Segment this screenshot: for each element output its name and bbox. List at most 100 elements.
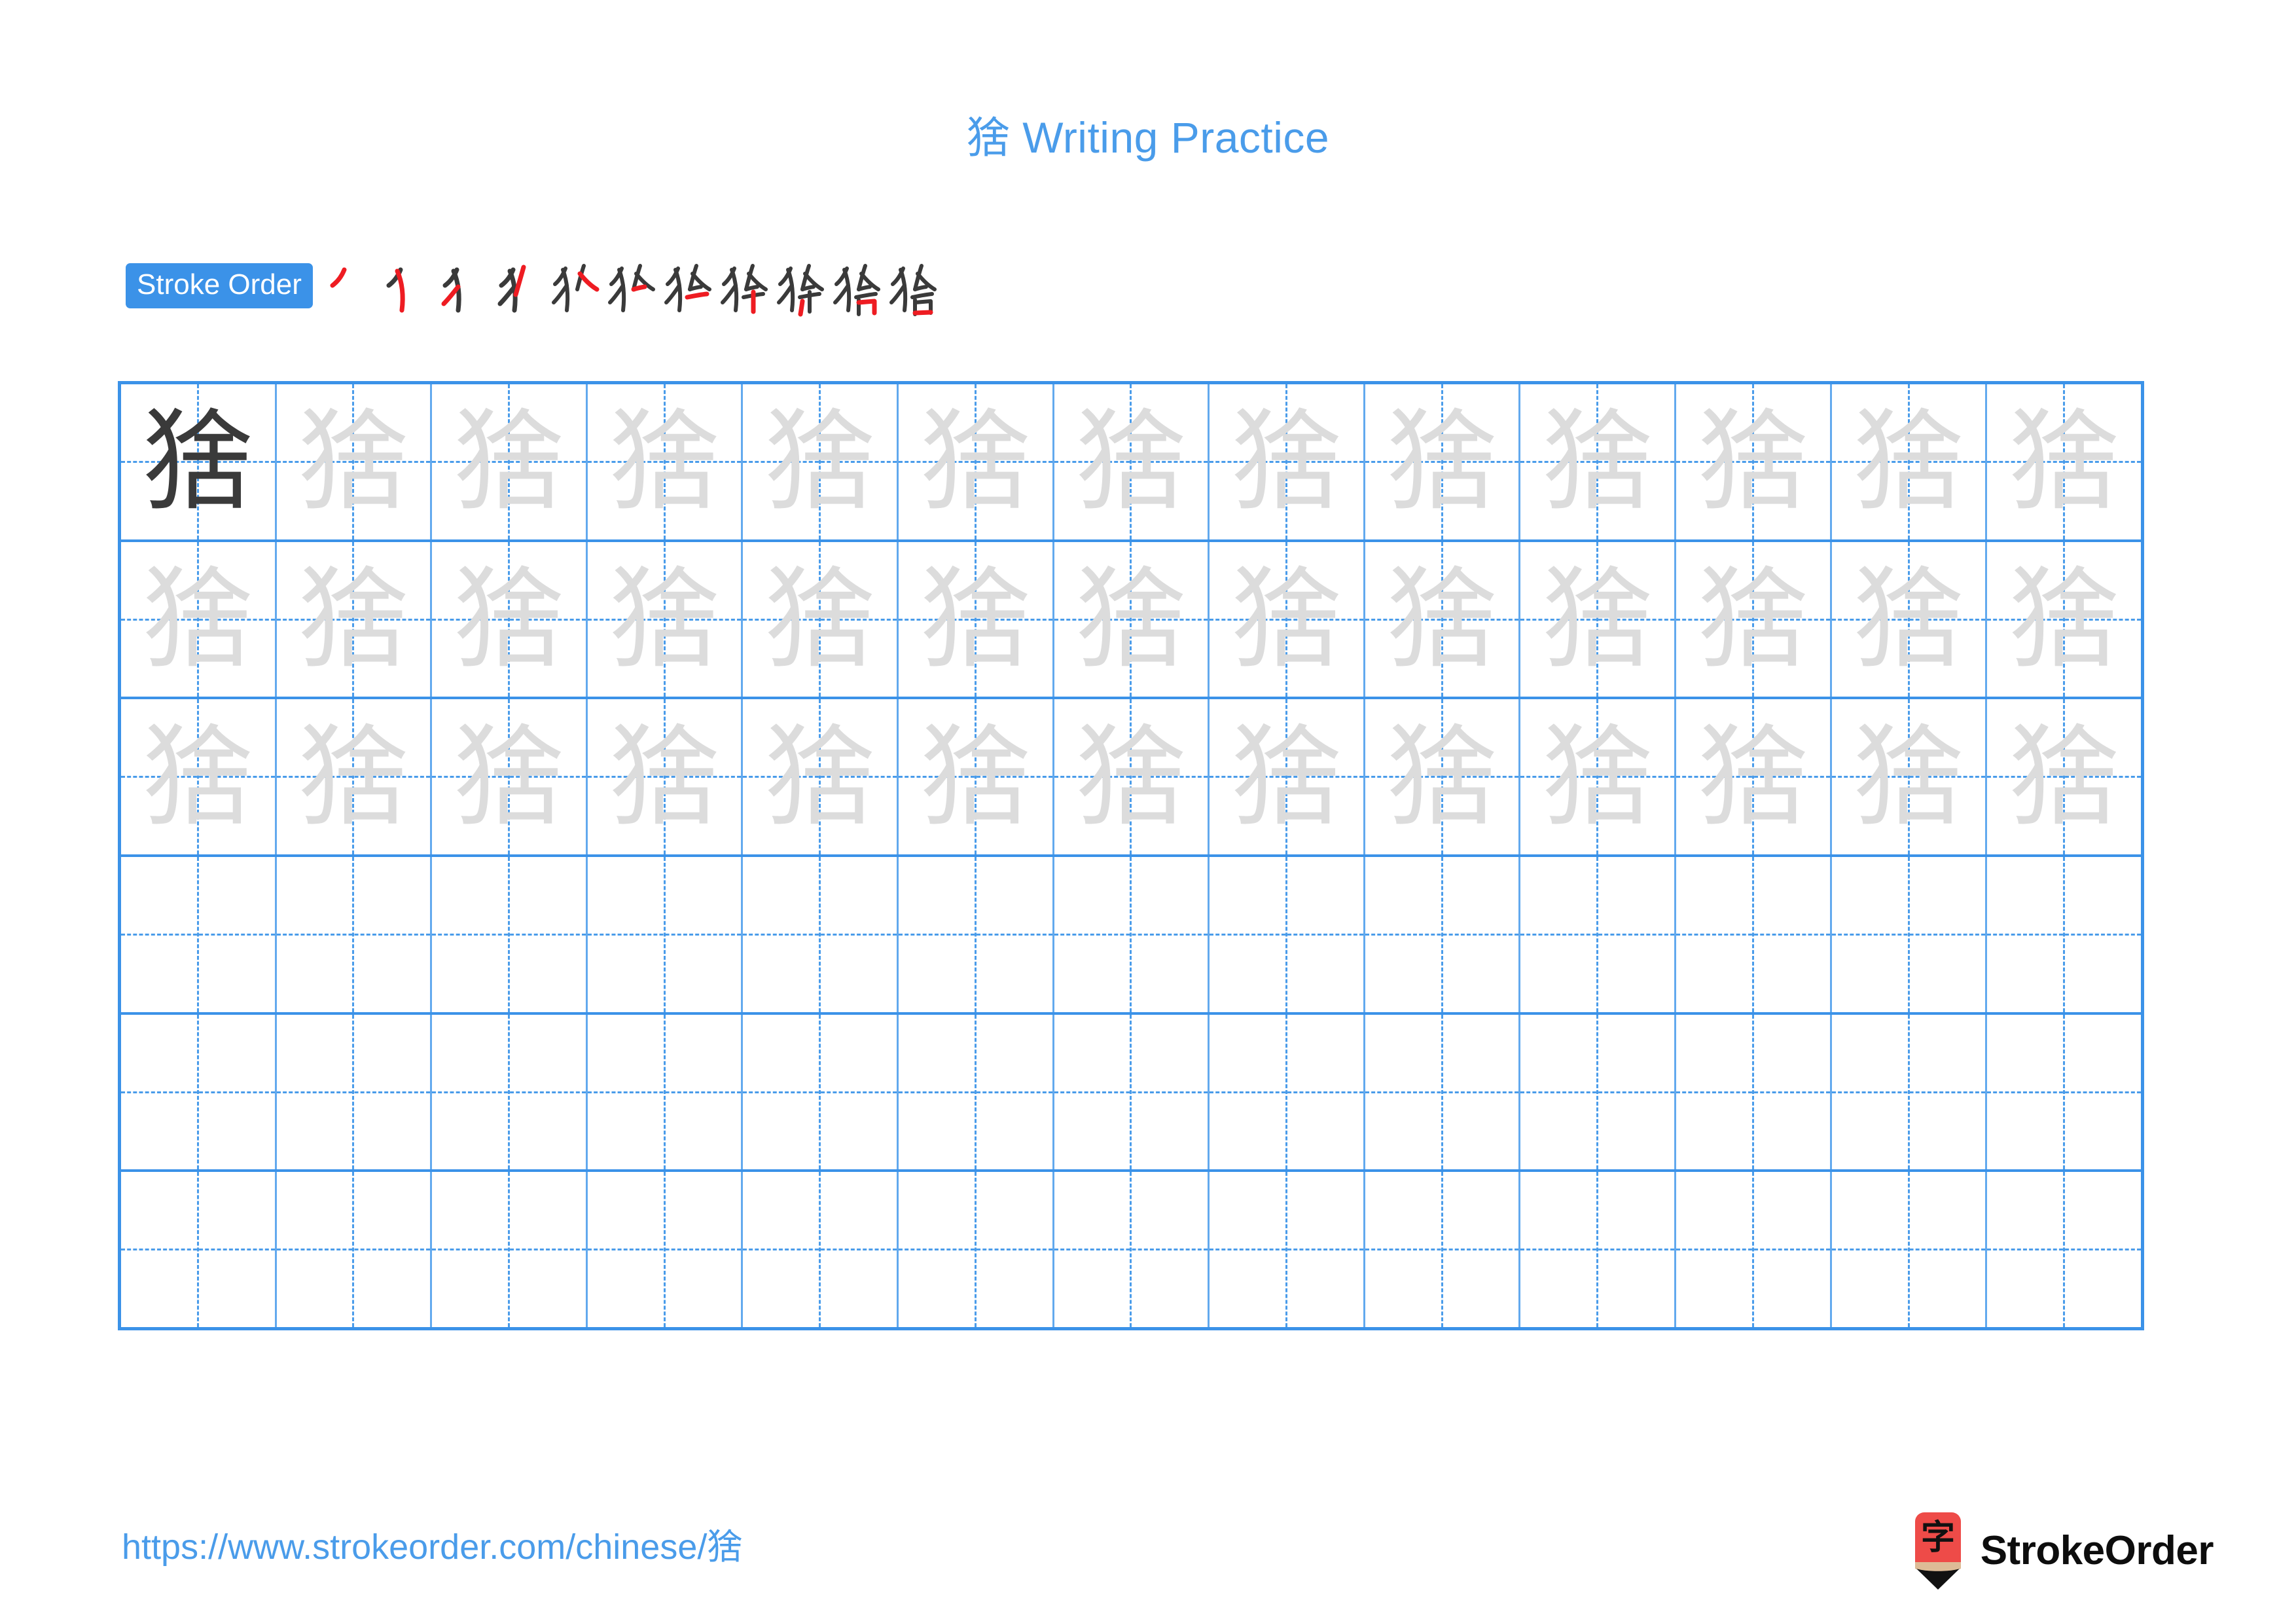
practice-cell[interactable] <box>1520 1014 1677 1170</box>
practice-cell[interactable] <box>1987 1014 2141 1170</box>
practice-cell[interactable] <box>1676 857 1832 1012</box>
stroke-order-section: Stroke Order <box>126 254 941 317</box>
practice-cell[interactable]: 猞 <box>1676 541 1832 697</box>
practice-cell[interactable] <box>1831 1172 1988 1328</box>
trace-character: 猞 <box>920 555 1031 684</box>
practice-cell[interactable]: 猞 <box>587 699 744 855</box>
practice-cell[interactable] <box>432 857 588 1012</box>
practice-cell[interactable]: 猞 <box>1365 384 1521 539</box>
practice-cell[interactable] <box>276 1014 433 1170</box>
practice-cell[interactable] <box>1987 1172 2141 1327</box>
practice-cell[interactable] <box>432 1014 588 1170</box>
practice-cell[interactable] <box>276 857 433 1012</box>
practice-cell[interactable] <box>432 1172 588 1328</box>
practice-cell[interactable] <box>1520 1172 1677 1328</box>
stroke-step-11 <box>885 254 941 317</box>
practice-cell[interactable] <box>587 1172 744 1328</box>
practice-grid-row <box>121 1172 2141 1328</box>
practice-cell[interactable]: 猞 <box>1987 541 2141 697</box>
trace-character: 猞 <box>1698 397 1808 526</box>
trace-character: 猞 <box>1542 397 1653 526</box>
practice-cell[interactable] <box>1054 857 1210 1012</box>
practice-cell[interactable] <box>743 857 899 1012</box>
trace-character: 猞 <box>1231 397 1342 526</box>
practice-cell[interactable]: 猞 <box>1365 541 1521 697</box>
practice-cell[interactable]: 猞 <box>899 384 1054 539</box>
practice-cell[interactable]: 猞 <box>1365 699 1521 855</box>
practice-cell[interactable]: 猞 <box>432 384 588 539</box>
practice-cell[interactable] <box>1365 1172 1521 1328</box>
practice-cell[interactable]: 猞 <box>432 699 588 855</box>
practice-cell[interactable] <box>899 857 1054 1012</box>
practice-cell[interactable]: 猞 <box>1831 699 1988 855</box>
practice-cell[interactable]: 猞 <box>1054 384 1210 539</box>
practice-cell[interactable]: 猞 <box>1054 541 1210 697</box>
stroke-order-steps <box>322 254 941 317</box>
trace-character: 猞 <box>454 397 564 526</box>
trace-character: 猞 <box>1542 712 1653 841</box>
practice-cell[interactable] <box>899 1172 1054 1328</box>
practice-cell[interactable]: 猞 <box>1520 384 1677 539</box>
practice-grid-row: 猞猞猞猞猞猞猞猞猞猞猞猞猞 <box>121 541 2141 700</box>
practice-cell[interactable]: 猞 <box>1987 699 2141 854</box>
practice-cell[interactable]: 猞 <box>899 699 1054 855</box>
practice-cell[interactable]: 猞 <box>743 541 899 697</box>
footer-url[interactable]: https://www.strokeorder.com/chinese/猞 <box>122 1524 742 1570</box>
practice-cell[interactable]: 猞 <box>1210 541 1365 697</box>
practice-cell[interactable] <box>276 1172 433 1328</box>
trace-character: 猞 <box>764 555 875 684</box>
practice-cell[interactable] <box>1365 1014 1521 1170</box>
stroke-step-4 <box>491 254 547 317</box>
practice-cell[interactable]: 猞 <box>1520 541 1677 697</box>
practice-cell[interactable]: 猞 <box>276 699 433 855</box>
practice-cell[interactable] <box>1831 857 1988 1012</box>
practice-cell[interactable]: 猞 <box>1831 541 1988 697</box>
practice-cell[interactable]: 猞 <box>1987 384 2141 539</box>
trace-character: 猞 <box>1698 712 1808 841</box>
practice-cell[interactable]: 猞 <box>276 384 433 539</box>
trace-character: 猞 <box>920 397 1031 526</box>
practice-cell[interactable]: 猞 <box>743 699 899 855</box>
practice-cell[interactable] <box>1210 1014 1365 1170</box>
practice-cell[interactable]: 猞 <box>587 384 744 539</box>
practice-cell[interactable]: 猞 <box>121 541 277 697</box>
practice-cell[interactable] <box>587 857 744 1012</box>
practice-cell[interactable] <box>587 1014 744 1170</box>
trace-character: 猞 <box>298 555 408 684</box>
practice-cell[interactable]: 猞 <box>1054 699 1210 855</box>
practice-cell[interactable]: 猞 <box>899 541 1054 697</box>
practice-cell[interactable]: 猞 <box>432 541 588 697</box>
practice-cell[interactable] <box>1987 857 2141 1012</box>
practice-cell[interactable]: 猞 <box>743 384 899 539</box>
practice-cell[interactable] <box>121 1014 277 1170</box>
practice-cell[interactable]: 猞 <box>1520 699 1677 855</box>
practice-cell[interactable] <box>1210 857 1365 1012</box>
practice-cell[interactable]: 猞 <box>1676 699 1832 855</box>
practice-cell[interactable] <box>1210 1172 1365 1328</box>
practice-cell[interactable] <box>121 1172 277 1328</box>
practice-cell[interactable] <box>1831 1014 1988 1170</box>
practice-cell[interactable] <box>1054 1172 1210 1328</box>
practice-cell[interactable] <box>1520 857 1677 1012</box>
practice-cell[interactable]: 猞 <box>1831 384 1988 539</box>
practice-cell[interactable]: 猞 <box>1210 384 1365 539</box>
practice-cell[interactable] <box>1676 1172 1832 1328</box>
practice-cell[interactable] <box>1365 857 1521 1012</box>
practice-cell[interactable] <box>1676 1014 1832 1170</box>
practice-grid-row <box>121 857 2141 1015</box>
stroke-step-6 <box>603 254 660 317</box>
practice-cell[interactable] <box>743 1014 899 1170</box>
practice-cell[interactable] <box>743 1172 899 1328</box>
practice-cell[interactable]: 猞 <box>1210 699 1365 855</box>
stroke-step-9 <box>772 254 829 317</box>
practice-cell[interactable] <box>1054 1014 1210 1170</box>
practice-cell[interactable]: 猞 <box>121 699 277 855</box>
trace-character: 猞 <box>1075 397 1186 526</box>
practice-cell[interactable]: 猞 <box>121 384 277 539</box>
trace-character: 猞 <box>1854 397 1964 526</box>
practice-cell[interactable]: 猞 <box>1676 384 1832 539</box>
practice-cell[interactable]: 猞 <box>276 541 433 697</box>
practice-cell[interactable] <box>899 1014 1054 1170</box>
practice-cell[interactable] <box>121 857 277 1012</box>
practice-cell[interactable]: 猞 <box>587 541 744 697</box>
